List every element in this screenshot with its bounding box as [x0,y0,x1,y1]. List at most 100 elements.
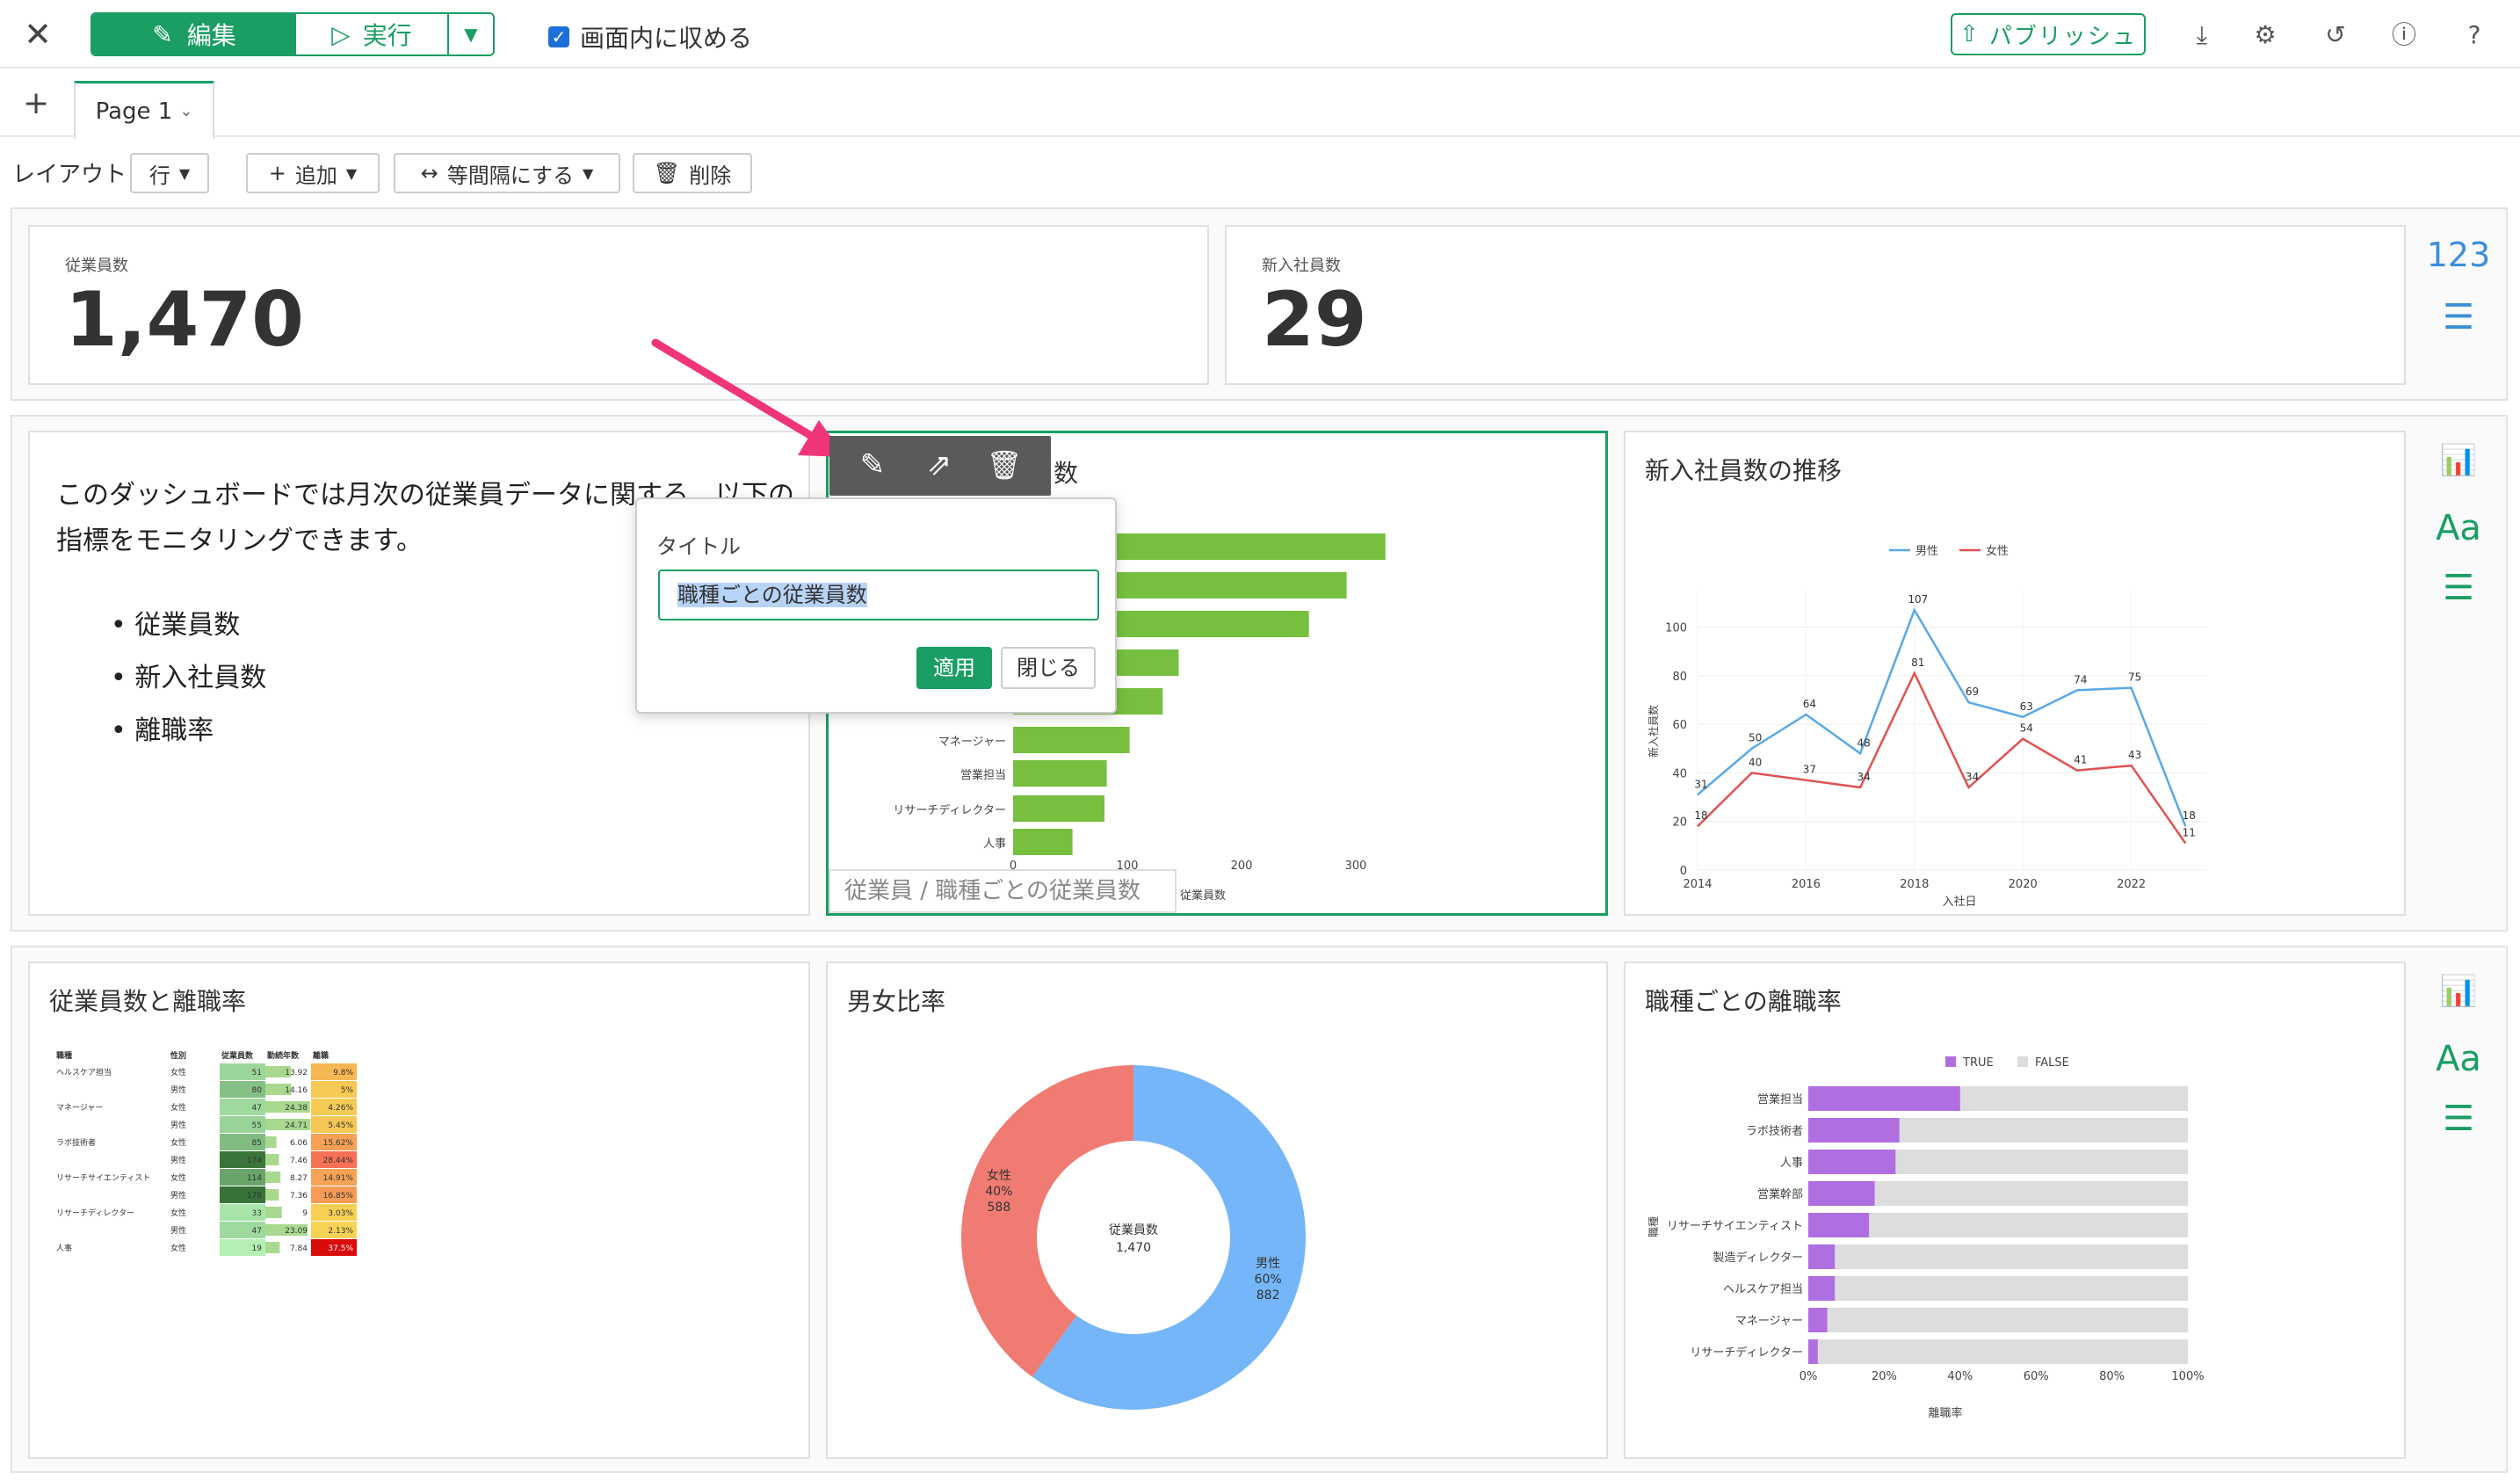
table-cell: 51 [252,1069,262,1077]
table-cell: 14.16 [285,1086,308,1095]
gender-donut-card[interactable]: 男女比率 男性 60% 882 女性 40% 588 従業員数 1,470 [826,961,1608,1459]
publish-button[interactable]: ⇧ パブリッシュ [1951,13,2146,55]
gear-icon[interactable]: ⚙ [2248,18,2283,53]
legend-label: FALSE [2035,1056,2069,1070]
tick-label: 0 [1680,865,1687,878]
turnover-stacked-chart: TRUE FALSE 営業担当ラボ技術者人事営業幹部リサーチサイエンティスト製造ディ… [1647,1056,2205,1420]
tick-label: 60% [2024,1370,2049,1383]
kpi-row: 従業員数 1,470 新入社員数 29 123 ☰ [11,207,2508,401]
close-button[interactable]: 閉じる [1001,647,1096,689]
kpi-value: 29 [1262,276,1367,364]
add-label: 追加 [294,163,337,188]
bar-true [1808,1339,1818,1364]
table-cell: マネージャー [56,1103,103,1113]
text-lines-icon[interactable]: ☰ [2423,297,2494,337]
tick-label: 40% [1947,1370,1973,1383]
table-cell: 28.44% [323,1157,354,1165]
data-label: 31 [1694,778,1707,790]
history-icon[interactable]: ↺ [2318,18,2353,53]
edit-title-icon[interactable]: ✎ [852,445,893,485]
run-button[interactable]: ▷ 実行 [296,14,449,54]
text-lines-icon[interactable]: ☰ [2423,1099,2494,1139]
data-label: 81 [1911,657,1924,669]
tick-label: 100% [2171,1370,2204,1383]
kpi-card-new-hires[interactable]: 新入社員数 29 [1225,225,2406,385]
bar [1013,760,1107,787]
tick-label: マネージャー [1735,1315,1803,1328]
table-cell: 男性 [170,1085,186,1095]
tab-page-1[interactable]: Page 1 ⌄ [74,81,214,139]
fit-to-screen-checkbox[interactable]: ✓ 画面内に収める [548,19,752,54]
add-button[interactable]: + 追加 ▼ [246,153,380,193]
table-cell: 7.84 [290,1244,308,1253]
bar-cell [265,1172,281,1183]
help-icon[interactable]: ? [2457,18,2492,53]
title-input-value: 職種ごとの従業員数 [677,583,867,607]
text-widget-icon[interactable]: Aa [2423,1039,2494,1079]
axis-label: 離職率 [1928,1406,1962,1420]
kpi-card-employees[interactable]: 従業員数 1,470 [28,225,1209,385]
card-data-source: 従業員 / 職種ごとの従業員数 [829,869,1177,913]
table-cell: 女性 [170,1067,186,1077]
chart-widget-icon[interactable]: 📊 [2423,443,2494,478]
close-icon[interactable]: ✕ [19,16,56,53]
table-header: 職種 [56,1050,72,1061]
data-label: 64 [1803,698,1816,710]
text-lines-icon[interactable]: ☰ [2423,568,2494,608]
data-label: 107 [1908,593,1928,606]
data-label: 18 [2183,809,2196,822]
mode-switch: ✎ 編集 ▷ 実行 ▼ [91,12,495,56]
table-cell: 女性 [170,1137,186,1148]
tab-label: Page 1 [95,98,173,125]
caret-down-icon: ▼ [345,164,358,182]
table-cell: 14.91% [323,1174,354,1183]
edit-button[interactable]: ✎ 編集 [92,14,296,54]
download-icon[interactable]: ⤓ [2184,18,2219,53]
turnover-stacked-card[interactable]: 職種ごとの離職率 TRUE FALSE 営業担当 ラボ技術者 人事 営業幹部 リサーチサイエ… [1624,961,2406,1459]
open-external-icon[interactable]: ⇗ [919,445,959,485]
data-label: 18 [1694,809,1707,822]
trash-icon: 🗑 [653,161,681,185]
row-select[interactable]: 行 ▼ [130,153,209,193]
run-options-dropdown[interactable]: ▼ [449,14,493,54]
apply-button[interactable]: 適用 [916,647,992,689]
tick-label: 営業担当 [1757,1092,1803,1106]
chart-row-2: このダッシュボードでは月次の従業員データに関する、以下の指標をモニタリングできま… [11,415,2508,932]
distribute-label: 等間隔にする [446,163,575,188]
table-cell: 男性 [170,1190,186,1201]
bar-false [1808,1339,2188,1364]
kpi-value: 1,470 [65,276,305,364]
tick-label: 40 [1672,767,1687,780]
add-page-icon[interactable]: + [23,86,49,121]
checkbox-icon[interactable]: ✓ [548,26,569,47]
title-input[interactable]: 職種ごとの従業員数 [658,570,1099,620]
tick-label: ヘルスケア担当 [1723,1283,1803,1296]
upload-icon: ⇧ [1959,21,1981,47]
table-header: 離職 [313,1050,329,1061]
tick-label: 営業幹部 [1757,1187,1803,1201]
data-label: 54 [2020,722,2033,735]
table-cell: 男性 [170,1120,186,1130]
chart-row-3: 従業員数と離職率 職種 性別 従業員数 勤続年数 離職 ヘルスケア担当 女性 51 13.92 9… [11,946,2508,1473]
hires-line-card[interactable]: 新入社員数の推移 0 20 40 60 80 100 2014 2016 2018 2020 202… [1624,431,2406,916]
text-widget-icon[interactable]: Aa [2423,508,2494,548]
data-label: 50 [1749,732,1762,744]
data-label: 43 [2128,749,2141,761]
bar-true [1808,1118,1900,1143]
chart-widget-icon[interactable]: 📊 [2423,974,2494,1009]
tick-label: ラボ技術者 [1746,1125,1803,1138]
tick-label: リサーチディレクター [1690,1346,1803,1360]
turnover-table-card[interactable]: 従業員数と離職率 職種 性別 従業員数 勤続年数 離職 ヘルスケア担当 女性 51 13.92 9… [28,961,810,1459]
delete-button[interactable]: 🗑 削除 [633,153,752,193]
info-icon[interactable]: ⓘ [2386,18,2422,53]
trash-icon[interactable]: 🗑 [984,445,1025,485]
tick-label: 人事 [983,838,1006,851]
table-cell: 174 [247,1157,262,1165]
table-cell: 37.5% [328,1244,353,1253]
distribute-evenly-button[interactable]: ↔ 等間隔にする ▼ [394,153,620,193]
table-cell: 5.45% [328,1121,353,1130]
number-widget-icon[interactable]: 123 [2423,236,2494,274]
series-line-male [1697,607,2187,827]
data-label: 75 [2128,671,2141,684]
table-cell: 47 [252,1227,262,1236]
